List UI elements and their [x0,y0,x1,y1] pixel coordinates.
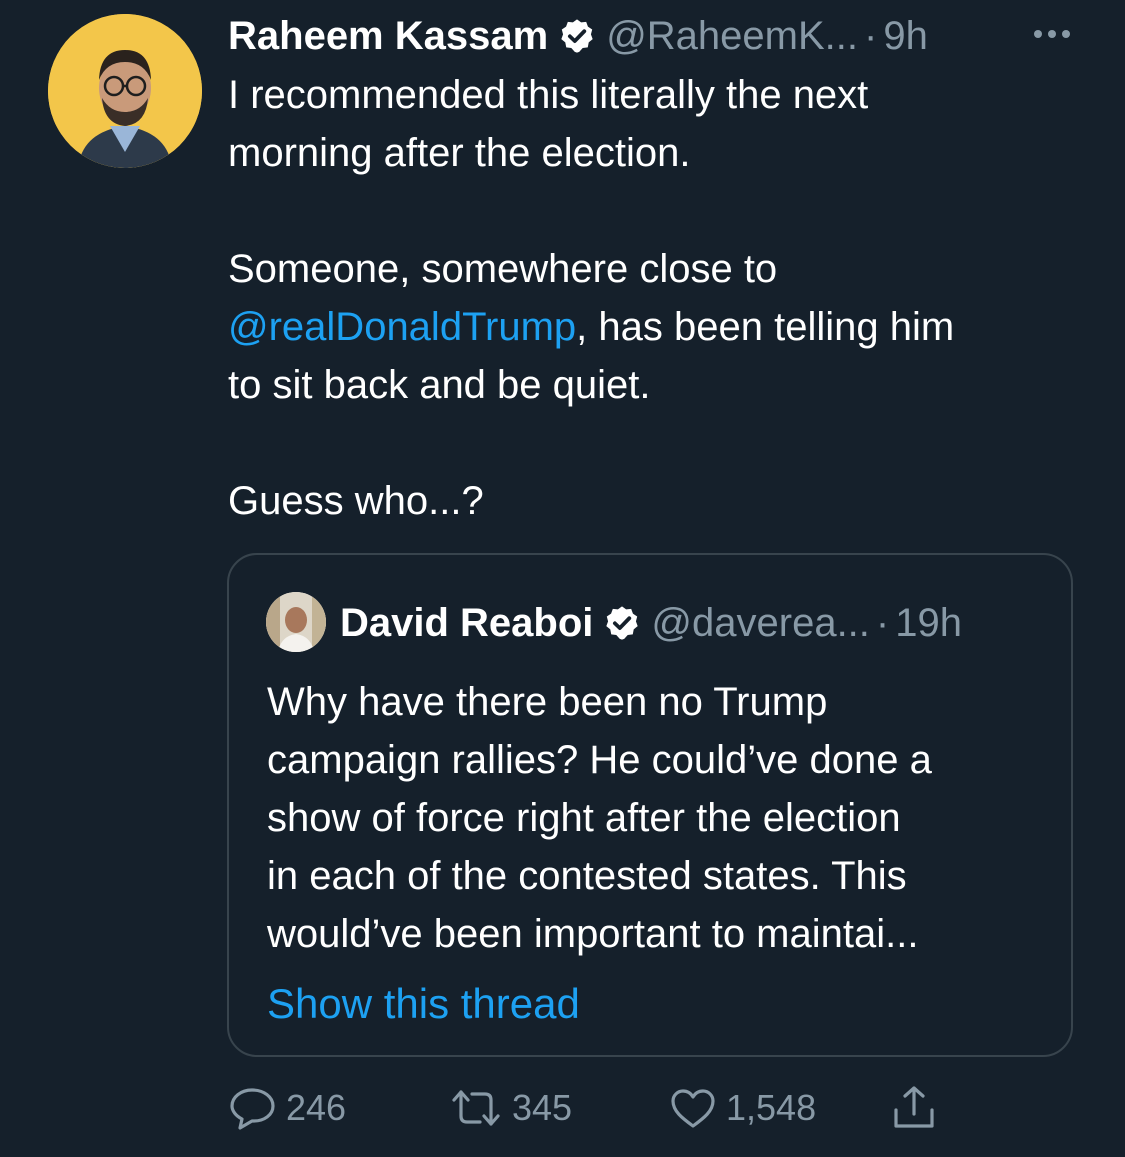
verified-badge-icon [558,17,596,55]
tweet[interactable]: Raheem Kassam @RaheemK... · 9h I recomme… [0,0,1125,1157]
quoted-author-name[interactable]: David Reaboi [340,601,593,646]
quoted-text-line: would’ve been important to maintai... [267,912,919,956]
tweet-text-line: to sit back and be quiet. [228,363,651,407]
quoted-text-line: Why have there been no Trump [267,680,828,724]
quoted-author-handle[interactable]: @daverea... [651,601,870,646]
tweet-time[interactable]: 9h [883,14,928,59]
like-button[interactable]: 1,548 [668,1080,816,1136]
separator-dot: · [864,13,878,58]
author-handle[interactable]: @RaheemK... [606,14,858,59]
tweet-text-fragment: , has been telling him [576,305,955,349]
quoted-text: Why have there been no Trump campaign ra… [267,673,1057,963]
tweet-text-line: I recommended this literally the next [228,73,869,117]
heart-icon [671,1089,715,1128]
tweet-text: I recommended this literally the next mo… [228,66,1088,530]
retweet-count: 345 [512,1087,573,1128]
reply-icon [230,1088,275,1130]
quoted-time[interactable]: 19h [895,601,962,646]
separator-dot: · [875,600,890,645]
more-options-icon[interactable] [1028,16,1076,52]
tweet-text-line: Someone, somewhere close to [228,247,778,291]
mention-link[interactable]: @realDonaldTrump [228,305,576,349]
share-icon [894,1086,934,1128]
tweet-actions: 246 345 1,548 [228,1080,968,1136]
share-button[interactable] [888,1080,940,1136]
tweet-text-line: morning after the election. [228,131,691,175]
quoted-author-avatar [266,592,326,652]
retweet-icon [452,1090,500,1126]
show-thread-link[interactable]: Show this thread [267,975,580,1033]
reply-count: 246 [286,1087,347,1128]
verified-badge-icon [603,604,641,642]
quoted-text-line: in each of the contested states. This [267,854,907,898]
author-avatar[interactable] [48,14,202,168]
quoted-header: David Reaboi @daverea... · 19h [340,595,962,651]
author-name[interactable]: Raheem Kassam [228,14,548,59]
like-count: 1,548 [726,1087,817,1128]
retweet-button[interactable]: 345 [448,1080,572,1136]
tweet-text-line: @realDonaldTrump, has been telling him [228,298,1088,356]
reply-button[interactable]: 246 [228,1080,346,1136]
tweet-text-line: Guess who...? [228,479,484,523]
quoted-text-line: campaign rallies? He could’ve done a [267,738,932,782]
tweet-header: Raheem Kassam @RaheemK... · 9h [228,8,928,64]
quoted-tweet[interactable]: David Reaboi @daverea... · 19h Why have … [227,553,1073,1057]
quoted-text-line: show of force right after the election [267,796,901,840]
